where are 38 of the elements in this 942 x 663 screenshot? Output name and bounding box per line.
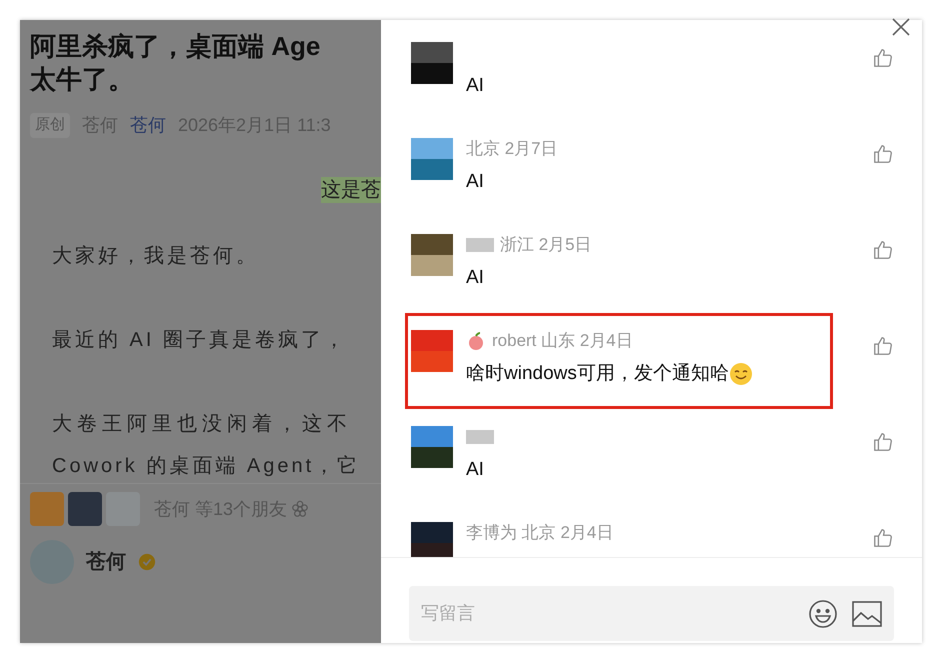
avatar-placeholder — [411, 330, 453, 372]
avatar-placeholder — [411, 138, 453, 180]
thumbs-up-icon[interactable] — [872, 335, 894, 357]
friend-avatar — [68, 492, 102, 526]
thumbs-up-icon[interactable] — [872, 527, 894, 549]
avatar-placeholder — [411, 42, 453, 84]
comment-text: AI — [466, 170, 484, 194]
smiley-face-icon[interactable] — [808, 598, 838, 628]
close-icon[interactable] — [890, 16, 912, 38]
avatar-placeholder — [411, 522, 453, 557]
thumbs-up-icon[interactable] — [872, 239, 894, 261]
article-title: 阿里杀疯了，桌面端 Age — [30, 30, 322, 63]
highlighted-text: 这是苍 — [321, 177, 381, 203]
comment-meta: 北京 2月7日 — [466, 138, 558, 160]
article-paragraph: 最近的 AI 圈子真是卷疯了， — [52, 328, 348, 353]
comment-field[interactable]: 写留言 — [409, 586, 894, 641]
comment-text: AI — [466, 74, 484, 98]
friend-avatar — [30, 492, 64, 526]
author-name: 苍何 — [86, 550, 126, 575]
flower-icon — [291, 500, 310, 518]
comment-meta: 浙江 2月5日 — [500, 234, 592, 256]
avatar-placeholder — [411, 234, 453, 276]
article-paragraph: 大家好，我是苍何。 — [52, 244, 259, 269]
article-paragraph: 大卷王阿里也没闲着，这不 — [52, 412, 352, 437]
thumbs-up-icon[interactable] — [872, 143, 894, 165]
article-paragraph: Cowork 的桌面端 Agent，它 — [51, 454, 362, 479]
comment-input[interactable]: 写留言 — [421, 586, 808, 641]
article-title: 太牛了。 — [30, 63, 135, 96]
comment-meta: 李博为 北京 2月4日 — [466, 522, 614, 544]
comment-text: AI — [466, 266, 484, 290]
comment-meta: robert 山东 2月4日 — [492, 330, 633, 352]
thumbs-up-icon[interactable] — [872, 47, 894, 69]
image-icon[interactable] — [852, 600, 882, 626]
comment-text: 啥时windows可用，发个通知哈 — [466, 362, 729, 386]
comment-text: AI — [466, 458, 484, 482]
thumbs-up-icon[interactable] — [872, 431, 894, 453]
avatar-placeholder — [411, 426, 453, 468]
account-link[interactable]: 苍何 — [130, 112, 166, 139]
